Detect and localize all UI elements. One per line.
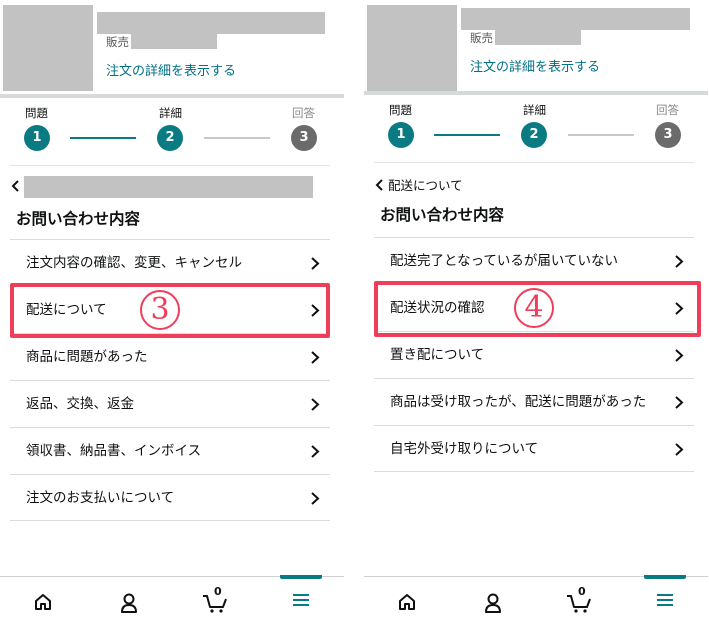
chevron-right-icon — [675, 396, 684, 409]
list-item[interactable]: 注文内容の確認、変更、キャンセル — [10, 239, 330, 286]
account-icon — [121, 593, 137, 613]
seller-label: 販売 — [106, 35, 129, 49]
step-connector-done — [434, 134, 500, 136]
menu-icon — [293, 594, 309, 606]
nav-account[interactable] — [450, 577, 536, 630]
account-icon — [485, 593, 501, 613]
list-item-label: 注文内容の確認、変更、キャンセル — [26, 255, 242, 271]
nav-home[interactable] — [0, 577, 86, 630]
step-annotation-number: 3 — [140, 290, 180, 330]
inquiry-list: 配送完了となっているが届いていない 配送状況の確認 置き配について 商品は受け取… — [374, 237, 694, 472]
list-item-label: 配送完了となっているが届いていない — [390, 253, 619, 269]
step-connector-todo — [568, 134, 634, 136]
nav-menu[interactable] — [622, 575, 708, 630]
list-item-label: 返品、交換、返金 — [26, 396, 134, 412]
step-label-problem: 問題 — [389, 103, 412, 117]
list-item[interactable]: 返品、交換、返金 — [10, 380, 330, 427]
active-tab-indicator — [644, 575, 686, 579]
step-label-answer: 回答 — [292, 106, 315, 120]
nav-cart[interactable]: 0 — [172, 577, 258, 630]
step-1-circle: 1 — [24, 125, 50, 151]
seller-name-redacted — [131, 33, 217, 49]
list-item[interactable]: 配送完了となっているが届いていない — [374, 237, 694, 284]
screen-gap — [344, 0, 364, 630]
list-item[interactable]: 自宅外受け取りについて — [374, 425, 694, 472]
nav-account[interactable] — [86, 577, 172, 630]
step-2-circle: 2 — [521, 122, 547, 148]
home-icon — [35, 594, 51, 610]
section-title: お問い合わせ内容 — [380, 206, 505, 224]
list-item[interactable]: 置き配について — [374, 331, 694, 378]
step-3-circle: 3 — [655, 122, 681, 148]
chevron-right-icon — [311, 445, 320, 458]
back-text-redacted — [24, 176, 313, 198]
list-item-label: 商品に問題があった — [26, 349, 148, 365]
list-item[interactable]: 商品は受け取ったが、配送に問題があった — [374, 378, 694, 425]
progress-steps: 問題 詳細 回答 1 2 3 — [364, 95, 708, 161]
nav-menu[interactable] — [258, 575, 344, 630]
menu-icon — [657, 594, 673, 606]
step-3-circle: 3 — [291, 125, 317, 151]
back-link-label: 配送について — [388, 178, 463, 193]
cart-icon — [203, 595, 227, 613]
step-1-circle: 1 — [388, 122, 414, 148]
active-tab-indicator — [280, 575, 322, 579]
seller-name-redacted — [495, 29, 581, 45]
order-details-link[interactable]: 注文の詳細を表示する — [106, 63, 236, 81]
chevron-right-icon — [311, 492, 320, 505]
chevron-right-icon — [675, 349, 684, 362]
chevron-right-icon — [311, 351, 320, 364]
step-annotation-number: 4 — [514, 288, 554, 328]
list-item-label: 領収書、納品書、インボイス — [26, 443, 202, 459]
nav-cart[interactable]: 0 — [536, 577, 622, 630]
chevron-right-icon — [311, 398, 320, 411]
product-thumbnail-redacted — [3, 5, 93, 91]
step-label-details: 詳細 — [159, 106, 182, 120]
cart-icon — [567, 595, 591, 613]
list-item[interactable]: 商品に問題があった — [10, 333, 330, 380]
order-summary: 販売 注文の詳細を表示する — [0, 0, 344, 94]
chevron-left-icon — [375, 179, 383, 191]
bottom-nav: 0 — [364, 575, 708, 630]
chevron-right-icon — [311, 257, 320, 270]
product-thumbnail-redacted — [367, 5, 457, 91]
section-title: お問い合わせ内容 — [16, 210, 141, 228]
step-label-details: 詳細 — [523, 103, 546, 117]
step-label-answer: 回答 — [656, 103, 679, 117]
home-icon — [399, 594, 415, 610]
list-item-label: 注文のお支払いについて — [26, 490, 175, 506]
product-name-redacted — [97, 12, 325, 34]
nav-home[interactable] — [364, 577, 450, 630]
divider — [374, 162, 694, 163]
step-connector-done — [70, 137, 136, 139]
step-label-problem: 問題 — [25, 106, 48, 120]
chevron-right-icon — [675, 443, 684, 456]
order-details-link[interactable]: 注文の詳細を表示する — [470, 59, 600, 77]
bottom-nav: 0 — [0, 575, 344, 630]
progress-steps: 問題 詳細 回答 1 2 3 — [0, 98, 344, 164]
list-item[interactable]: 領収書、納品書、インボイス — [10, 427, 330, 474]
left-screen: 販売 注文の詳細を表示する 問題 詳細 回答 1 2 3 お問い合わせ内容 注文… — [0, 0, 344, 630]
step-connector-todo — [204, 137, 270, 139]
step-2-circle: 2 — [157, 125, 183, 151]
chevron-left-icon — [11, 180, 19, 192]
right-screen: 販売 注文の詳細を表示する 問題 詳細 回答 1 2 3 配送について お問い合… — [364, 0, 708, 630]
product-name-redacted — [461, 8, 690, 30]
list-item-label: 置き配について — [390, 347, 485, 363]
list-item-label: 商品は受け取ったが、配送に問題があった — [390, 394, 647, 410]
seller-label: 販売 — [470, 31, 493, 45]
divider — [10, 165, 330, 166]
inquiry-list: 注文内容の確認、変更、キャンセル 配送について 商品に問題があった 返品、交換、… — [10, 239, 330, 521]
order-summary: 販売 注文の詳細を表示する — [364, 0, 708, 94]
list-item[interactable]: 注文のお支払いについて — [10, 474, 330, 521]
list-item-label: 自宅外受け取りについて — [390, 441, 539, 457]
chevron-right-icon — [675, 255, 684, 268]
